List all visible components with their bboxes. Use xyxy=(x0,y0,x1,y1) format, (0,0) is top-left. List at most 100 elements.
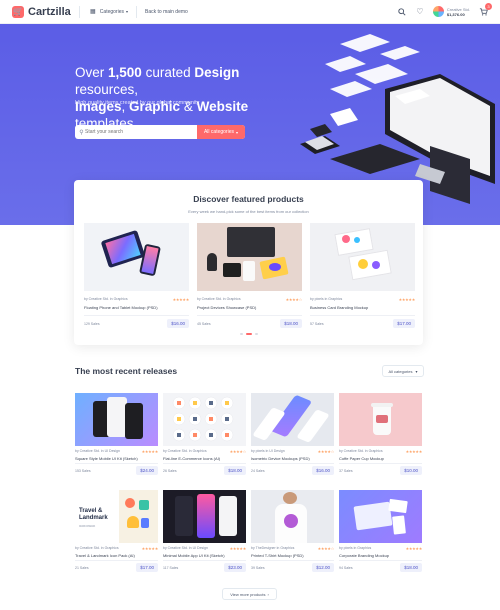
cart-button[interactable]: 3 xyxy=(478,2,492,17)
product-title[interactable]: Corporate Branding Mockup xyxy=(339,553,422,558)
categories-label: Categories xyxy=(99,8,124,15)
sales-count: 45 Sales xyxy=(197,321,211,326)
product-card[interactable]: by Creative Std. in UI Design ★★★★★ Minim… xyxy=(163,490,247,572)
heart-icon[interactable]: ♡ xyxy=(415,7,425,17)
top-navbar: 🛒 Cartzilla ▦ Categories ▾ Back to main … xyxy=(0,0,500,24)
rating-stars: ★★★★★ xyxy=(141,449,159,454)
product-author[interactable]: by Creative Std. in Graphics xyxy=(163,449,207,454)
rating-stars: ★★★★★ xyxy=(229,546,247,551)
carousel-dots xyxy=(74,333,423,335)
product-image[interactable] xyxy=(339,393,422,446)
hero-text: resources, xyxy=(75,82,139,97)
hero-website: Website xyxy=(196,99,249,114)
product-image[interactable] xyxy=(197,223,302,291)
rating-stars: ★★★★☆ xyxy=(317,449,335,454)
product-card[interactable]: by Creative Std. in Graphics ★★★★★ Coffe … xyxy=(339,393,423,475)
price-badge: $18.00 xyxy=(224,466,246,475)
product-image[interactable] xyxy=(163,490,246,543)
account-info: Creative Std. $1,376.00 xyxy=(447,7,470,17)
product-author[interactable]: by Creative Std. in Graphics xyxy=(75,546,119,551)
product-image[interactable]: Travel & Landmark ICON PACK xyxy=(75,490,158,543)
featured-subtitle: Every week we hand-pick some of the best… xyxy=(188,209,309,214)
product-author[interactable]: by Creative Std. in Graphics xyxy=(84,297,128,302)
carousel-dot-active[interactable] xyxy=(245,333,252,335)
product-image[interactable] xyxy=(163,393,246,446)
product-title[interactable]: Flat-line E-Commerce Icons (AI) xyxy=(163,456,246,461)
product-author[interactable]: by Creative Std. in Graphics xyxy=(339,449,383,454)
cart-logo-icon: 🛒 xyxy=(12,5,24,18)
account-menu[interactable]: Creative Std. $1,376.00 xyxy=(432,6,470,17)
search-input[interactable] xyxy=(85,129,197,135)
hero-devices-illustration xyxy=(300,34,495,204)
product-card[interactable]: Travel & Landmark ICON PACK by Creative S… xyxy=(75,490,159,572)
rating-stars: ★★★★★ xyxy=(405,449,423,454)
back-to-main-demo-link[interactable]: Back to main demo xyxy=(145,9,188,15)
product-author[interactable]: by Creative Std. in UI Design xyxy=(75,449,120,454)
search-bar: ⚲ All categories ▾ xyxy=(75,125,245,139)
product-title[interactable]: Minimal Mobile App UI Kit (Sketch) xyxy=(163,553,246,558)
product-card[interactable]: by pixels in Graphics ★★★★★ Corporate Bra… xyxy=(339,490,422,572)
rating-stars: ★★★★★ xyxy=(141,546,159,551)
hero-text: Over xyxy=(75,65,109,80)
product-author[interactable]: by pixels in UI Design xyxy=(251,449,285,454)
sales-count: 94 Sales xyxy=(339,565,353,570)
product-image[interactable] xyxy=(339,490,422,543)
divider xyxy=(136,5,137,18)
price-badge: $18.00 xyxy=(280,319,302,328)
sales-count: 117 Sales xyxy=(163,565,179,570)
carousel-dot[interactable] xyxy=(239,333,243,335)
product-image[interactable] xyxy=(251,490,334,543)
product-image[interactable] xyxy=(310,223,415,291)
product-title[interactable]: Coffe Paper Cup Mockup xyxy=(339,456,422,461)
search-category-dropdown[interactable]: All categories ▾ xyxy=(196,125,245,139)
divider xyxy=(78,5,80,18)
categories-dropdown[interactable]: ▦ Categories ▾ xyxy=(88,7,128,17)
product-image[interactable] xyxy=(84,223,189,291)
search-icon[interactable] xyxy=(397,7,407,17)
rating-stars: ★★★★★ xyxy=(398,297,416,302)
price-badge: $17.00 xyxy=(393,319,415,328)
product-image[interactable] xyxy=(75,393,158,446)
category-filter-dropdown[interactable]: All categories ▾ xyxy=(382,365,424,377)
product-author[interactable]: by Creative Std. in Graphics xyxy=(197,297,241,302)
product-author[interactable]: by Creative Std. in UI Design xyxy=(163,546,208,551)
product-card[interactable]: by Creative Std. in Graphics ★★★★☆ Flat-l… xyxy=(163,393,246,475)
product-title[interactable]: Project Devices Showcase (PSD) xyxy=(197,305,302,310)
product-author[interactable]: by pixels in Graphics xyxy=(310,297,342,302)
product-title[interactable]: Floating Phone and Tablet Mockup (PSD) xyxy=(84,305,189,310)
product-title[interactable]: Printed T-Shirt Mockup (PSD) xyxy=(251,553,334,558)
product-author[interactable]: by TheDesigner in Graphics xyxy=(251,546,294,551)
product-card[interactable]: by TheDesigner in Graphics ★★★★☆ Printed … xyxy=(251,490,334,572)
search-icon: ⚲ xyxy=(79,129,84,136)
rating-stars: ★★★★★ xyxy=(172,297,190,302)
product-title[interactable]: Square Style Mobile UI Kit (Sketch) xyxy=(75,456,158,461)
back-link-label: Back to main demo xyxy=(145,8,188,15)
chevron-down-icon: ▾ xyxy=(415,368,418,374)
product-card[interactable]: by Creative Std. in Graphics ★★★★☆ Projec… xyxy=(197,223,302,328)
grid-icon: ▦ xyxy=(89,9,96,15)
header-tools: ♡ Creative Std. $1,376.00 3 xyxy=(397,2,492,17)
featured-carousel: by Creative Std. in Graphics ★★★★★ Floati… xyxy=(84,223,415,328)
logo-text: Cartzilla xyxy=(28,5,71,18)
product-title[interactable]: Isometric Device Mockups (PSD) xyxy=(251,456,334,461)
recent-products-grid: by Creative Std. in UI Design ★★★★★ Squar… xyxy=(75,393,423,572)
product-card[interactable]: by pixels in UI Design ★★★★☆ Isometric De… xyxy=(251,393,335,475)
price-badge: $18.00 xyxy=(400,563,422,572)
carousel-dot[interactable] xyxy=(254,333,258,335)
product-card[interactable]: by Creative Std. in Graphics ★★★★★ Floati… xyxy=(84,223,189,328)
product-card[interactable]: by Creative Std. in UI Design ★★★★★ Squar… xyxy=(75,393,159,475)
view-more-products-button[interactable]: View more products › xyxy=(222,588,277,600)
sales-count: 37 Sales xyxy=(339,468,353,473)
price-badge: $17.00 xyxy=(136,563,158,572)
sales-count: 21 Sales xyxy=(75,565,89,570)
sales-count: 39 Sales xyxy=(251,565,265,570)
product-image[interactable] xyxy=(251,393,334,446)
logo[interactable]: 🛒 Cartzilla xyxy=(12,5,71,18)
chevron-down-icon: ▾ xyxy=(235,129,238,135)
price-badge: $24.00 xyxy=(136,466,158,475)
product-title[interactable]: Travel & Landmark Icon Pack (AI) xyxy=(75,553,158,558)
product-card[interactable]: by pixels in Graphics ★★★★★ Business Card… xyxy=(310,223,415,328)
hero-subtitle: High quality items created by our global… xyxy=(75,100,200,106)
product-author[interactable]: by pixels in Graphics xyxy=(339,546,371,551)
product-title[interactable]: Business Card Branding Mockup xyxy=(310,305,415,310)
